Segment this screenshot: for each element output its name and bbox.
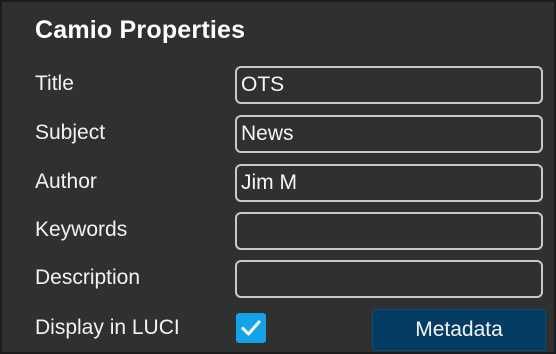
subject-input[interactable] bbox=[235, 115, 543, 153]
description-input[interactable] bbox=[235, 260, 543, 298]
keywords-label: Keywords bbox=[35, 218, 128, 241]
display-in-luci-label: Display in LUCI bbox=[35, 316, 180, 339]
author-input[interactable] bbox=[235, 164, 543, 202]
title-input[interactable] bbox=[235, 66, 543, 104]
keywords-input[interactable] bbox=[235, 212, 543, 250]
description-label: Description bbox=[35, 266, 141, 289]
title-label: Title bbox=[35, 72, 74, 95]
display-in-luci-checkbox[interactable] bbox=[236, 313, 266, 343]
panel-title: Camio Properties bbox=[35, 16, 246, 44]
metadata-button[interactable]: Metadata bbox=[372, 309, 546, 351]
author-label: Author bbox=[35, 170, 97, 193]
checkmark-icon bbox=[241, 320, 261, 336]
camio-properties-panel: Camio Properties Title Subject Author Ke… bbox=[0, 0, 556, 354]
subject-label: Subject bbox=[35, 121, 106, 144]
